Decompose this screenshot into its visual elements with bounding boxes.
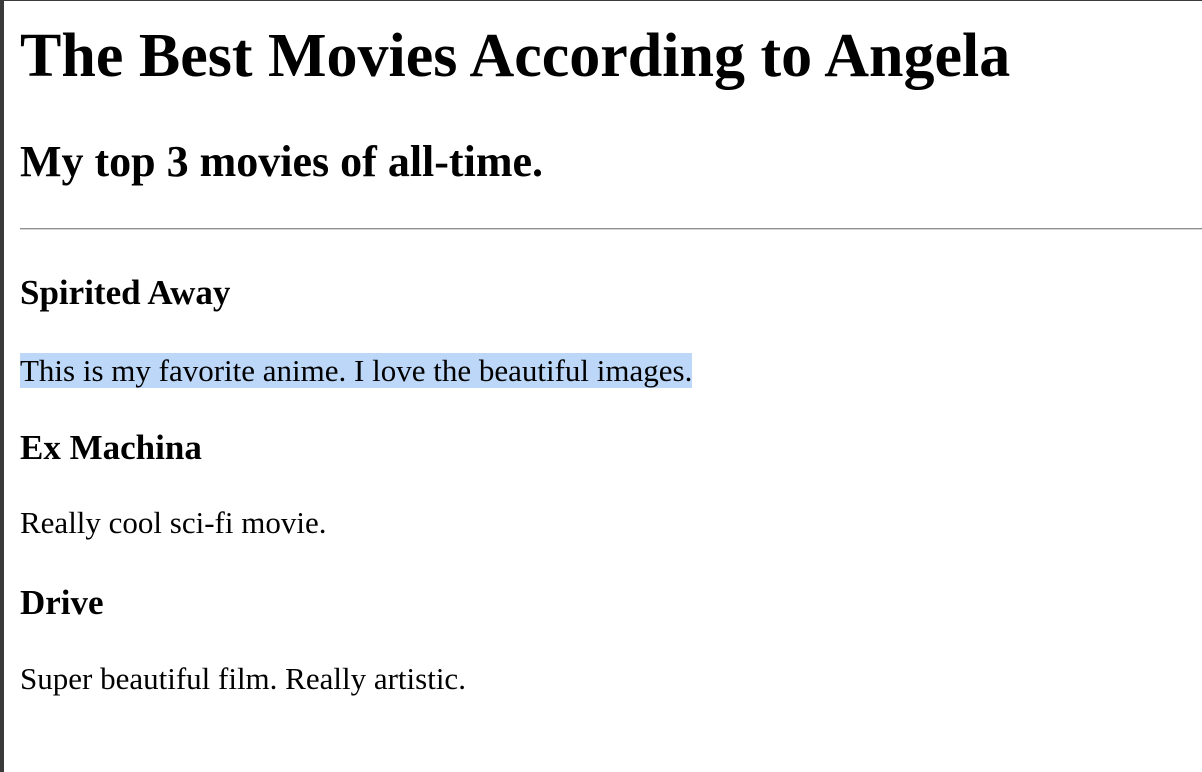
movie-title-ex-machina: Ex Machina [20, 428, 202, 467]
movie-description-drive: Super beautiful film. Really artistic. [20, 661, 466, 696]
movie-title-drive: Drive [20, 583, 104, 622]
page-title: The Best Movies According to Angela [20, 22, 1011, 90]
page-subtitle: My top 3 movies of all-time. [20, 137, 543, 186]
selected-text[interactable]: This is my favorite anime. I love the be… [20, 353, 693, 388]
browser-viewport: The Best Movies According to Angela My t… [0, 0, 1202, 772]
movie-description-ex-machina: Really cool sci-fi movie. [20, 505, 327, 540]
movie-title-spirited-away: Spirited Away [20, 273, 231, 312]
movie-description-spirited-away[interactable]: This is my favorite anime. I love the be… [20, 353, 693, 389]
divider [20, 228, 1202, 230]
